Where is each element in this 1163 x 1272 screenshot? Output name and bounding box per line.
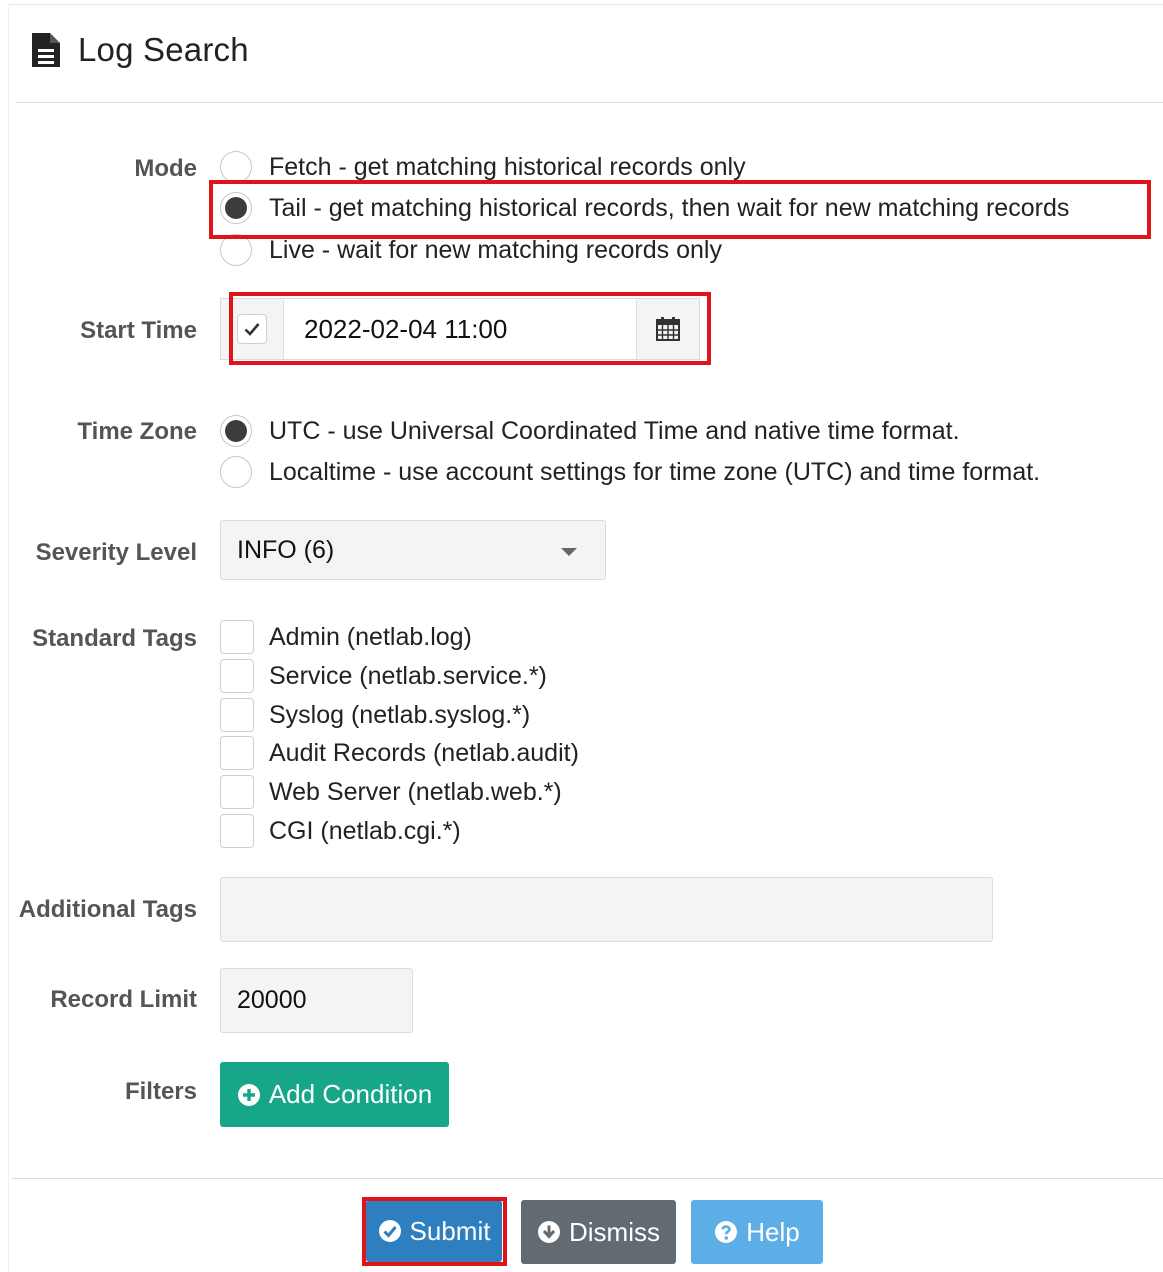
- tag-service-text: Service (netlab.service.*): [269, 661, 547, 690]
- additional-tags-label: Additional Tags: [18, 896, 197, 923]
- tag-cgi[interactable]: CGI (netlab.cgi.*): [220, 813, 461, 849]
- add-condition-label: Add Condition: [268, 1079, 433, 1109]
- tz-utc-radio[interactable]: [220, 415, 252, 447]
- start-time-label: Start Time: [80, 317, 197, 344]
- help-label: Help: [746, 1216, 800, 1247]
- tag-admin[interactable]: Admin (netlab.log): [220, 619, 472, 655]
- mode-live-text: Live - wait for new matching records onl…: [269, 235, 722, 264]
- dismiss-button[interactable]: Dismiss: [521, 1200, 676, 1264]
- tag-cgi-checkbox[interactable]: [220, 814, 254, 848]
- tag-web-checkbox[interactable]: [220, 775, 254, 809]
- header-divider: [16, 102, 1163, 103]
- help-button[interactable]: Help: [691, 1200, 823, 1264]
- tz-localtime-radio[interactable]: [220, 456, 252, 488]
- mode-fetch-text: Fetch - get matching historical records …: [269, 152, 746, 181]
- panel-top-border: [8, 4, 1163, 5]
- record-limit-input[interactable]: 20000: [220, 968, 413, 1033]
- severity-value: INFO (6): [237, 535, 335, 564]
- additional-tags-input[interactable]: [220, 877, 993, 942]
- tag-web[interactable]: Web Server (netlab.web.*): [220, 774, 562, 810]
- panel-left-border: [8, 4, 9, 1272]
- severity-label: Severity Level: [35, 539, 197, 566]
- plus-circle-icon: [237, 1083, 260, 1106]
- tz-option-localtime[interactable]: Localtime - use account settings for tim…: [220, 454, 1040, 490]
- document-icon: [30, 31, 62, 69]
- dropdown-caret-icon: [561, 548, 577, 556]
- tag-audit-text: Audit Records (netlab.audit): [269, 738, 579, 767]
- tag-service-checkbox[interactable]: [220, 659, 254, 693]
- dismiss-label: Dismiss: [569, 1216, 660, 1247]
- add-condition-button[interactable]: Add Condition: [220, 1062, 449, 1127]
- tag-cgi-text: CGI (netlab.cgi.*): [269, 816, 461, 845]
- tag-syslog-text: Syslog (netlab.syslog.*): [269, 700, 531, 729]
- tag-service[interactable]: Service (netlab.service.*): [220, 658, 547, 694]
- time-zone-label: Time Zone: [77, 418, 197, 445]
- severity-select[interactable]: INFO (6): [220, 520, 606, 580]
- footer-divider: [12, 1178, 1163, 1179]
- tag-audit-checkbox[interactable]: [220, 736, 254, 770]
- tag-admin-text: Admin (netlab.log): [269, 622, 472, 651]
- tag-audit[interactable]: Audit Records (netlab.audit): [220, 735, 579, 771]
- tz-option-utc[interactable]: UTC - use Universal Coordinated Time and…: [220, 413, 960, 449]
- standard-tags-label: Standard Tags: [32, 625, 197, 652]
- tag-syslog[interactable]: Syslog (netlab.syslog.*): [220, 697, 530, 733]
- submit-highlight: [362, 1197, 507, 1266]
- arrow-down-circle-icon: [538, 1221, 560, 1243]
- mode-fetch-radio[interactable]: [220, 151, 252, 183]
- tag-syslog-checkbox[interactable]: [220, 698, 254, 732]
- tz-utc-text: UTC - use Universal Coordinated Time and…: [269, 416, 960, 445]
- tail-option-highlight: [209, 180, 1151, 239]
- filters-label: Filters: [124, 1078, 197, 1105]
- page-title: Log Search: [78, 31, 249, 68]
- panel-header: Log Search: [30, 28, 249, 72]
- tz-localtime-text: Localtime - use account settings for tim…: [269, 457, 1041, 486]
- mode-label: Mode: [134, 155, 197, 182]
- record-limit-label: Record Limit: [50, 986, 197, 1013]
- question-circle-icon: [715, 1221, 738, 1243]
- start-time-highlight: [229, 292, 711, 365]
- tag-web-text: Web Server (netlab.web.*): [269, 777, 562, 806]
- tag-admin-checkbox[interactable]: [220, 620, 254, 654]
